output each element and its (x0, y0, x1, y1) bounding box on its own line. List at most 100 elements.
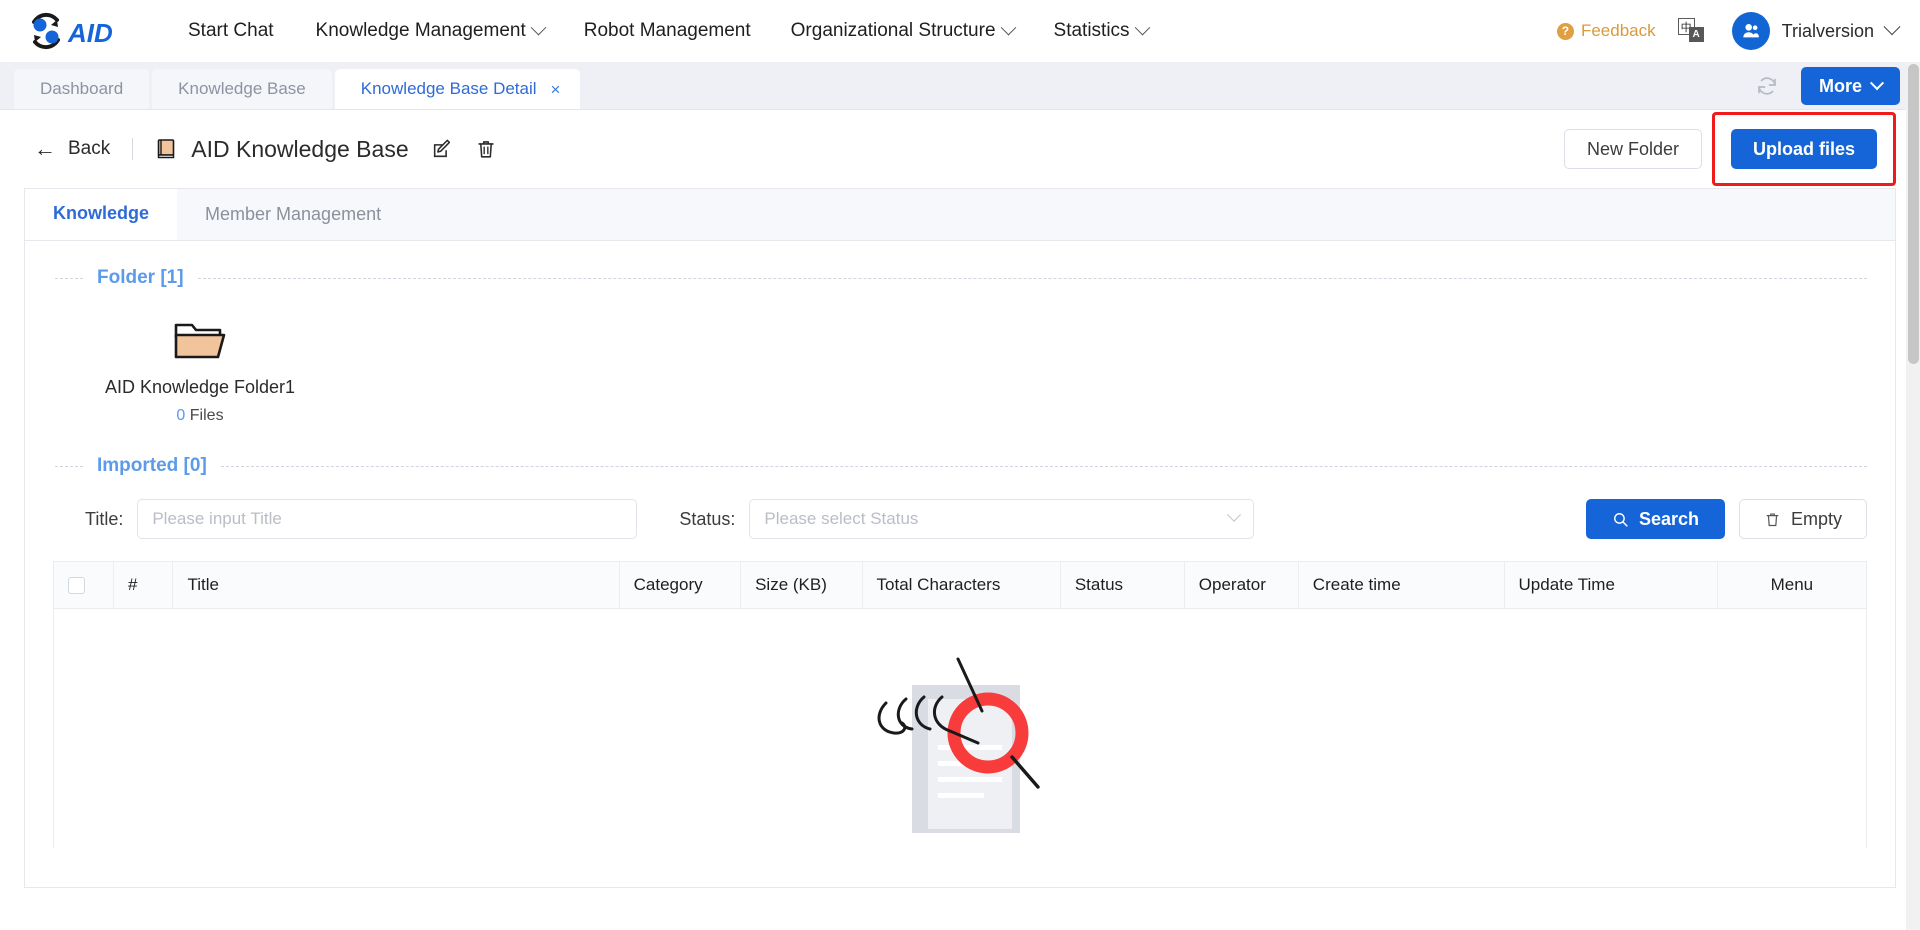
title-filter-label: Title: (85, 508, 124, 529)
top-nav-right-group: ? Feedback 中 A Trialversion (1556, 0, 1901, 62)
section-divider-left (55, 465, 83, 467)
feedback-button[interactable]: ? Feedback (1556, 21, 1656, 41)
folder-card[interactable]: AID Knowledge Folder1 0 Files (95, 315, 305, 425)
svg-text:AID: AID (67, 18, 113, 48)
title-input-placeholder: Please input Title (152, 509, 282, 528)
tab-label: Dashboard (40, 79, 124, 98)
more-button[interactable]: More (1800, 67, 1900, 105)
language-switch-icon[interactable]: 中 A (1677, 18, 1708, 44)
select-all-header (54, 562, 114, 609)
aid-logo-icon: AID (32, 12, 113, 49)
empty-button[interactable]: Empty (1738, 499, 1867, 539)
nav-label: Knowledge Management (315, 19, 526, 41)
new-folder-label: New Folder (1586, 138, 1679, 159)
column-category: Category (619, 562, 742, 609)
imported-filter-bar: Title: Please input Title Status: Please… (25, 477, 1895, 539)
tab-member-management[interactable]: Member Management (177, 189, 409, 240)
nav-item-start-chat[interactable]: Start Chat (188, 20, 274, 42)
divider (132, 138, 134, 160)
chevron-down-icon (1227, 507, 1242, 522)
trash-icon[interactable] (475, 138, 497, 160)
search-button[interactable]: Search (1585, 499, 1725, 539)
avatar[interactable] (1731, 12, 1770, 50)
column-title: Title (172, 562, 620, 609)
nav-label: Start Chat (188, 19, 274, 41)
folder-section-title: Folder [1] (97, 267, 184, 288)
column-size-kb: Size (KB) (740, 562, 863, 609)
nav-label: Statistics (1053, 19, 1130, 41)
page-header: ← Back AID Knowledge Base New Folder Upl… (0, 110, 1920, 188)
empty-state-row (54, 608, 1866, 848)
imported-files-table: # Title Category Size (KB) Total Charact… (54, 562, 1866, 848)
section-divider-right (197, 277, 1867, 279)
top-navigation-bar: AID Start Chat Knowledge Management Robo… (0, 0, 1920, 62)
folder-file-count: 0 Files (95, 407, 305, 425)
folder-name: AID Knowledge Folder1 (104, 377, 296, 397)
imported-section-header: Imported [0] (25, 425, 1895, 477)
nav-label: Organizational Structure (790, 19, 996, 41)
folder-file-count-number: 0 (176, 407, 186, 424)
nav-item-robot-management[interactable]: Robot Management (584, 20, 751, 42)
page-header-actions: New Folder Upload files (1563, 112, 1896, 186)
page-scrollbar[interactable] (1906, 62, 1920, 930)
refresh-icon[interactable] (1755, 74, 1779, 98)
nav-item-knowledge-management[interactable]: Knowledge Management (315, 19, 547, 42)
folder-section-header: Folder [1] (25, 241, 1895, 289)
column-create-time: Create time (1298, 562, 1505, 609)
upload-files-label: Upload files (1752, 138, 1855, 159)
column-menu: Menu (1717, 562, 1866, 609)
folder-file-count-suffix: Files (189, 407, 224, 424)
status-select[interactable]: Please select Status (749, 499, 1255, 539)
imported-files-table-wrapper: # Title Category Size (KB) Total Charact… (53, 561, 1867, 848)
close-icon[interactable]: × (551, 81, 561, 98)
page-scrollbar-thumb[interactable] (1908, 64, 1919, 364)
edit-pencil-icon[interactable] (431, 138, 453, 160)
feedback-label: Feedback (1580, 21, 1656, 40)
tab-knowledge-base[interactable]: Knowledge Base (152, 69, 332, 109)
nav-label: Robot Management (583, 19, 751, 41)
brand-logo[interactable]: AID (24, 12, 134, 50)
knowledge-content-card: Knowledge Member Management Folder [1] A… (24, 188, 1896, 888)
folder-grid: AID Knowledge Folder1 0 Files (25, 289, 1895, 425)
nav-item-organizational-structure[interactable]: Organizational Structure (790, 19, 1016, 42)
filter-action-buttons: Search Empty (1585, 499, 1895, 539)
chevron-down-icon (1000, 19, 1016, 36)
page-title: AID Knowledge Base (191, 135, 409, 162)
column-total-characters: Total Characters (862, 562, 1061, 609)
arrow-left-icon: ← (34, 136, 56, 161)
chevron-down-icon[interactable] (1883, 18, 1901, 36)
back-button[interactable]: ← Back (34, 138, 110, 160)
tab-knowledge[interactable]: Knowledge (25, 189, 178, 240)
tab-knowledge-base-detail[interactable]: Knowledge Base Detail × (334, 69, 581, 109)
app-root: AID Start Chat Knowledge Management Robo… (0, 0, 1920, 930)
column-status: Status (1060, 562, 1185, 609)
trash-icon (1766, 512, 1779, 526)
section-divider-right (220, 465, 1867, 467)
browser-tab-strip: Dashboard Knowledge Base Knowledge Base … (0, 62, 1920, 110)
chevron-down-icon (530, 19, 547, 36)
new-folder-button[interactable]: New Folder (1563, 129, 1702, 169)
upload-files-highlight-box: Upload files (1711, 112, 1896, 186)
language-en-glyph: A (1688, 27, 1704, 42)
search-button-label: Search (1638, 508, 1699, 529)
table-body (54, 608, 1866, 848)
search-icon (1613, 512, 1628, 527)
status-filter-label: Status: (679, 508, 736, 529)
no-data-search-document-illustration (877, 657, 1040, 833)
search-title-input[interactable]: Please input Title (137, 499, 638, 539)
empty-state-cell (54, 608, 1866, 848)
tab-dashboard[interactable]: Dashboard (14, 69, 150, 109)
upload-files-button[interactable]: Upload files (1730, 129, 1877, 169)
main-nav-items: Start Chat Knowledge Management Robot Ma… (188, 20, 1188, 42)
folder-icon (174, 323, 226, 359)
empty-button-label: Empty (1790, 508, 1842, 529)
nav-item-statistics[interactable]: Statistics (1053, 19, 1150, 42)
tab-list: Dashboard Knowledge Base Knowledge Base … (14, 69, 581, 109)
column-operator: Operator (1184, 562, 1299, 609)
subtab-label: Knowledge (53, 203, 150, 223)
imported-section-title: Imported [0] (97, 455, 207, 476)
back-label: Back (68, 138, 111, 159)
more-label: More (1818, 75, 1862, 96)
tab-label: Knowledge Base Detail (360, 79, 537, 98)
checkbox-unchecked-icon[interactable] (68, 576, 85, 594)
